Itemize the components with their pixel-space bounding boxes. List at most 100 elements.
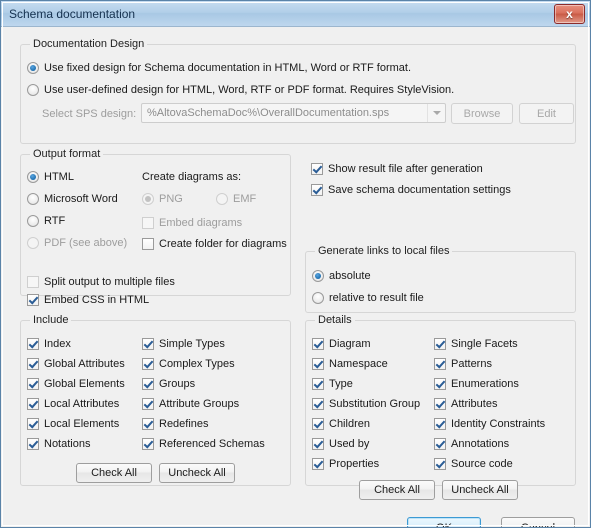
checkbox-include-attribute-groups-label: Attribute Groups bbox=[159, 398, 240, 410]
sps-design-combo[interactable]: %AltovaSchemaDoc%\OverallDocumentation.s… bbox=[141, 103, 446, 123]
radio-links-relative[interactable]: relative to result file bbox=[312, 292, 424, 304]
checkbox-details-diagram[interactable]: Diagram bbox=[312, 338, 371, 350]
checkbox-include-notations-indicator bbox=[27, 438, 39, 450]
include-check-all-button[interactable]: Check All bbox=[76, 463, 152, 483]
details-uncheck-all-button[interactable]: Uncheck All bbox=[442, 480, 518, 500]
radio-format-pdf[interactable]: PDF (see above) bbox=[27, 237, 127, 249]
details-check-all-button[interactable]: Check All bbox=[359, 480, 435, 500]
checkbox-details-diagram-label: Diagram bbox=[329, 338, 371, 350]
radio-format-rtf-label: RTF bbox=[44, 215, 66, 227]
checkbox-include-local-elements[interactable]: Local Elements bbox=[27, 418, 119, 430]
checkbox-details-children-label: Children bbox=[329, 418, 370, 430]
checkbox-save-settings-indicator bbox=[311, 184, 323, 196]
checkbox-details-annotations[interactable]: Annotations bbox=[434, 438, 509, 450]
checkbox-save-settings-label: Save schema documentation settings bbox=[328, 184, 511, 196]
radio-diagram-emf-indicator bbox=[216, 193, 228, 205]
checkbox-show-result-file[interactable]: Show result file after generation bbox=[311, 163, 483, 175]
radio-diagram-png[interactable]: PNG bbox=[142, 193, 183, 205]
checkbox-details-single-facets-label: Single Facets bbox=[451, 338, 518, 350]
radio-diagram-emf[interactable]: EMF bbox=[216, 193, 256, 205]
checkbox-details-diagram-indicator bbox=[312, 338, 324, 350]
group-output-format-legend: Output format bbox=[30, 148, 104, 160]
checkbox-details-namespace-indicator bbox=[312, 358, 324, 370]
checkbox-details-properties[interactable]: Properties bbox=[312, 458, 379, 470]
schema-documentation-dialog: Schema documentation x Documentation Des… bbox=[0, 0, 591, 528]
group-include-legend: Include bbox=[30, 314, 72, 326]
checkbox-include-groups-indicator bbox=[142, 378, 154, 390]
checkbox-include-index-indicator bbox=[27, 338, 39, 350]
checkbox-details-single-facets[interactable]: Single Facets bbox=[434, 338, 518, 350]
checkbox-details-patterns-indicator bbox=[434, 358, 446, 370]
radio-format-html-label: HTML bbox=[44, 171, 74, 183]
checkbox-include-complex-types-label: Complex Types bbox=[159, 358, 235, 370]
radio-links-absolute[interactable]: absolute bbox=[312, 270, 371, 282]
checkbox-details-source-code-label: Source code bbox=[451, 458, 513, 470]
group-documentation-design-legend: Documentation Design bbox=[30, 38, 148, 50]
checkbox-include-notations[interactable]: Notations bbox=[27, 438, 90, 450]
checkbox-details-type[interactable]: Type bbox=[312, 378, 353, 390]
radio-format-html[interactable]: HTML bbox=[27, 171, 74, 183]
checkbox-include-global-elements[interactable]: Global Elements bbox=[27, 378, 125, 390]
radio-format-rtf[interactable]: RTF bbox=[27, 215, 65, 227]
checkbox-details-type-indicator bbox=[312, 378, 324, 390]
checkbox-include-attribute-groups[interactable]: Attribute Groups bbox=[142, 398, 239, 410]
checkbox-include-global-elements-indicator bbox=[27, 378, 39, 390]
include-uncheck-all-button[interactable]: Uncheck All bbox=[159, 463, 235, 483]
checkbox-create-folder-for-diagrams[interactable]: Create folder for diagrams bbox=[142, 238, 287, 250]
radio-user-defined-design[interactable]: Use user-defined design for HTML, Word, … bbox=[27, 84, 454, 96]
checkbox-include-local-attributes-label: Local Attributes bbox=[44, 398, 120, 410]
checkbox-details-patterns[interactable]: Patterns bbox=[434, 358, 492, 370]
checkbox-details-used-by-label: Used by bbox=[329, 438, 370, 450]
browse-button[interactable]: Browse bbox=[451, 103, 513, 124]
checkbox-details-attributes-label: Attributes bbox=[451, 398, 498, 410]
checkbox-include-redefines-indicator bbox=[142, 418, 154, 430]
checkbox-details-namespace[interactable]: Namespace bbox=[312, 358, 388, 370]
checkbox-split-output[interactable]: Split output to multiple files bbox=[27, 276, 175, 288]
radio-fixed-design-indicator bbox=[27, 62, 39, 74]
checkbox-details-enumerations-indicator bbox=[434, 378, 446, 390]
checkbox-embed-css-label: Embed CSS in HTML bbox=[44, 294, 150, 306]
checkbox-save-settings[interactable]: Save schema documentation settings bbox=[311, 184, 511, 196]
radio-format-word[interactable]: Microsoft Word bbox=[27, 193, 118, 205]
checkbox-include-groups-label: Groups bbox=[159, 378, 196, 390]
checkbox-details-attributes[interactable]: Attributes bbox=[434, 398, 497, 410]
close-icon[interactable]: x bbox=[554, 4, 585, 24]
ok-button[interactable]: OK bbox=[407, 517, 481, 527]
checkbox-details-substitution-group[interactable]: Substitution Group bbox=[312, 398, 420, 410]
checkbox-include-simple-types[interactable]: Simple Types bbox=[142, 338, 225, 350]
radio-links-relative-label: relative to result file bbox=[329, 292, 424, 304]
checkbox-include-complex-types[interactable]: Complex Types bbox=[142, 358, 235, 370]
radio-format-word-label: Microsoft Word bbox=[44, 193, 118, 205]
checkbox-include-attribute-groups-indicator bbox=[142, 398, 154, 410]
checkbox-include-complex-types-indicator bbox=[142, 358, 154, 370]
checkbox-show-result-file-indicator bbox=[311, 163, 323, 175]
checkbox-include-simple-types-label: Simple Types bbox=[159, 338, 225, 350]
checkbox-embed-css[interactable]: Embed CSS in HTML bbox=[27, 294, 149, 306]
checkbox-details-source-code[interactable]: Source code bbox=[434, 458, 513, 470]
checkbox-include-local-attributes[interactable]: Local Attributes bbox=[27, 398, 119, 410]
checkbox-details-identity-constraints[interactable]: Identity Constraints bbox=[434, 418, 545, 430]
checkbox-details-children-indicator bbox=[312, 418, 324, 430]
checkbox-details-enumerations[interactable]: Enumerations bbox=[434, 378, 519, 390]
checkbox-details-children[interactable]: Children bbox=[312, 418, 370, 430]
checkbox-include-local-elements-label: Local Elements bbox=[44, 418, 120, 430]
checkbox-include-referenced-schemas-label: Referenced Schemas bbox=[159, 438, 265, 450]
edit-button[interactable]: Edit bbox=[519, 103, 574, 124]
checkbox-include-groups[interactable]: Groups bbox=[142, 378, 195, 390]
checkbox-embed-diagrams[interactable]: Embed diagrams bbox=[142, 217, 242, 229]
checkbox-include-global-attributes[interactable]: Global Attributes bbox=[27, 358, 125, 370]
checkbox-split-output-indicator bbox=[27, 276, 39, 288]
checkbox-create-folder-for-diagrams-indicator bbox=[142, 238, 154, 250]
checkbox-details-used-by[interactable]: Used by bbox=[312, 438, 369, 450]
cancel-button[interactable]: Cancel bbox=[501, 517, 575, 527]
radio-format-html-indicator bbox=[27, 171, 39, 183]
checkbox-include-referenced-schemas[interactable]: Referenced Schemas bbox=[142, 438, 265, 450]
radio-user-defined-design-indicator bbox=[27, 84, 39, 96]
checkbox-details-substitution-group-label: Substitution Group bbox=[329, 398, 421, 410]
radio-links-relative-indicator bbox=[312, 292, 324, 304]
checkbox-include-index[interactable]: Index bbox=[27, 338, 71, 350]
chevron-down-icon[interactable] bbox=[427, 104, 445, 122]
checkbox-include-redefines[interactable]: Redefines bbox=[142, 418, 209, 430]
radio-fixed-design[interactable]: Use fixed design for Schema documentatio… bbox=[27, 62, 411, 74]
checkbox-details-properties-indicator bbox=[312, 458, 324, 470]
